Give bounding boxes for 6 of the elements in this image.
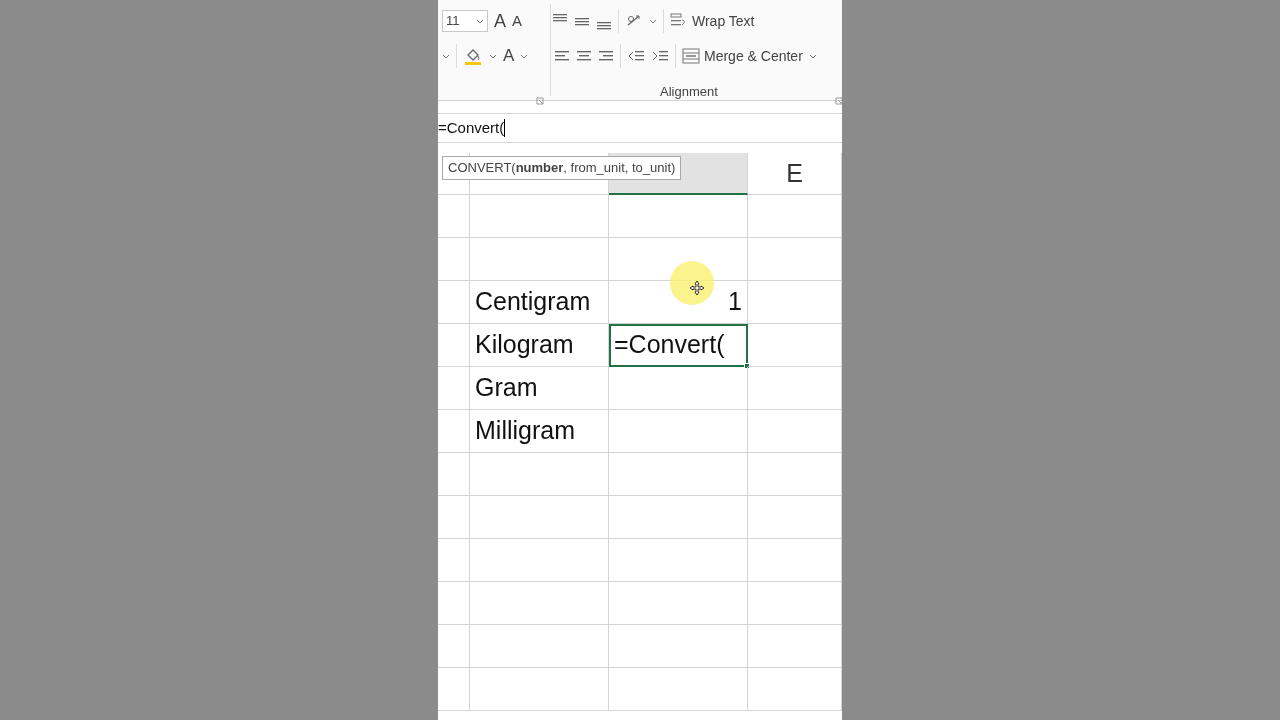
cell-text: Milligram — [470, 410, 609, 453]
cell-text: Centigram — [470, 281, 609, 324]
cell-text: Kilogram — [470, 324, 609, 367]
group-label: Alignment — [660, 83, 718, 101]
cell-text: Gram — [470, 367, 609, 410]
function-tooltip: CONVERT(number, from_unit, to_unit) — [442, 156, 682, 180]
